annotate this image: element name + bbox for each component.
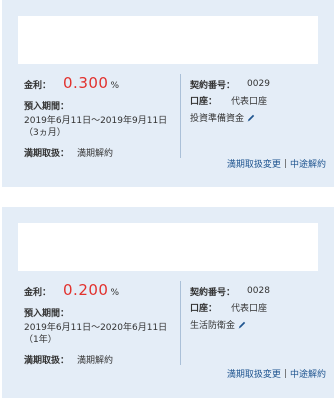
rate-unit: % xyxy=(110,81,120,91)
action-links: 満期取扱変更 | 中途解約 xyxy=(227,157,326,171)
purpose-label: 生活防衛金 xyxy=(190,321,236,331)
rate-row: 金利： 0.300 % xyxy=(24,74,174,96)
handling-value: 満期解約 xyxy=(77,149,114,159)
account-row: 口座： 代表口座 xyxy=(190,92,330,108)
pencil-icon[interactable] xyxy=(237,320,247,330)
handling-label: 満期取扱： xyxy=(24,356,70,366)
handling-row: 満期取扱： 満期解約 xyxy=(24,353,174,366)
rate-value: 0.300 xyxy=(63,74,109,92)
contract-row: 契約番号： 0029 xyxy=(190,76,330,92)
deposit-card: 金利： 0.300 % 預入期間： 2019年6月11日～2019年9月11日（… xyxy=(2,0,334,187)
maturity-change-link[interactable]: 満期取扱変更 xyxy=(227,157,281,170)
rate-unit: % xyxy=(110,288,120,298)
action-links: 満期取扱変更 | 中途解約 xyxy=(227,367,326,381)
account-row: 口座： 代表口座 xyxy=(190,299,330,315)
card-header-blank xyxy=(18,223,318,271)
account-value: 代表口座 xyxy=(231,303,268,314)
purpose-label: 投資準備資金 xyxy=(190,114,245,124)
period-label: 預入期間： xyxy=(24,309,70,319)
rate-value: 0.200 xyxy=(63,281,109,299)
link-separator: | xyxy=(283,368,287,379)
rate-label: 金利： xyxy=(24,81,52,91)
deposit-details-left: 金利： 0.300 % 預入期間： 2019年6月11日～2019年9月11日（… xyxy=(24,74,174,159)
deposit-card: 金利： 0.200 % 預入期間： 2019年6月11日～2020年6月11日（… xyxy=(2,207,334,398)
deposit-details-right: 契約番号： 0029 口座： 代表口座 投資準備資金 xyxy=(190,76,330,124)
period-label: 預入期間： xyxy=(24,102,70,112)
account-value: 代表口座 xyxy=(231,96,268,107)
pencil-icon[interactable] xyxy=(246,113,256,123)
early-cancel-link[interactable]: 中途解約 xyxy=(290,367,326,380)
early-cancel-link[interactable]: 中途解約 xyxy=(290,157,326,170)
rate-label: 金利： xyxy=(24,288,52,298)
contract-value: 0029 xyxy=(247,79,270,89)
card-header-blank xyxy=(18,16,318,64)
period-value: 2019年6月11日～2019年9月11日（3ヵ月） xyxy=(24,116,168,138)
handling-row: 満期取扱： 満期解約 xyxy=(24,146,174,159)
deposit-details-right: 契約番号： 0028 口座： 代表口座 生活防衛金 xyxy=(190,283,330,331)
column-divider xyxy=(180,281,181,365)
contract-row: 契約番号： 0028 xyxy=(190,283,330,299)
contract-label: 契約番号： xyxy=(190,287,236,298)
period-value: 2019年6月11日～2020年6月11日（1年） xyxy=(24,323,168,345)
rate-row: 金利： 0.200 % xyxy=(24,281,174,303)
account-label: 口座： xyxy=(190,96,218,107)
maturity-change-link[interactable]: 満期取扱変更 xyxy=(227,367,281,380)
contract-value: 0028 xyxy=(247,286,270,296)
column-divider xyxy=(180,74,181,158)
link-separator: | xyxy=(283,158,287,169)
purpose-row[interactable]: 投資準備資金 xyxy=(190,111,330,124)
deposit-details-left: 金利： 0.200 % 預入期間： 2019年6月11日～2020年6月11日（… xyxy=(24,281,174,366)
purpose-row[interactable]: 生活防衛金 xyxy=(190,318,330,331)
handling-label: 満期取扱： xyxy=(24,149,70,159)
contract-label: 契約番号： xyxy=(190,80,236,91)
handling-value: 満期解約 xyxy=(77,356,114,366)
account-label: 口座： xyxy=(190,303,218,314)
